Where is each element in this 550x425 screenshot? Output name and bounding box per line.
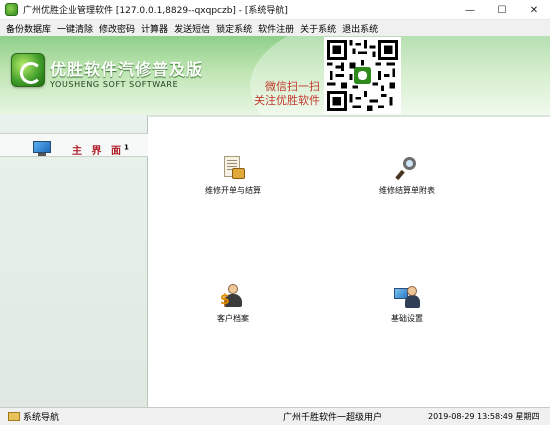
monitor-icon (32, 141, 52, 157)
repair-order-label: 维修开单与结算 (205, 186, 261, 195)
window-controls: — ☐ ✕ (454, 0, 550, 20)
folder-icon (8, 412, 20, 421)
menu-exit-system[interactable]: 退出系统 (339, 22, 381, 35)
repair-list-label: 维修结算单附表 (379, 186, 435, 195)
status-nav-button[interactable]: 系统导航 (8, 410, 59, 423)
menu-about-system[interactable]: 关于系统 (297, 22, 339, 35)
scan-line-2: 关注优胜软件 (254, 94, 320, 107)
menu-lock-system[interactable]: 锁定系统 (213, 22, 255, 35)
menu-calculator[interactable]: 计算器 (138, 22, 171, 35)
menu-send-sms[interactable]: 发送短信 (171, 22, 213, 35)
status-nav-label: 系统导航 (23, 413, 60, 423)
scan-line-1: 微信扫一扫 (265, 80, 320, 93)
brand-logo-icon (11, 53, 45, 87)
title-bar: 广州优胜企业管理软件 [127.0.0.1,8829--qxqpczb] - [… (0, 0, 550, 20)
wechat-scan-text: 微信扫一扫 关注优胜软件 (254, 80, 320, 108)
menu-one-click-clear[interactable]: 一键清除 (54, 22, 96, 35)
main-area: 主 界 面1 维修开单与结算 维修结算单附表 $ 客户档案 基础设置 (0, 115, 550, 407)
menu-backup-database[interactable]: 备份数据库 (3, 22, 54, 35)
customer-file-button[interactable]: $ 客户档案 (178, 283, 288, 324)
close-button[interactable]: ✕ (518, 0, 550, 20)
status-bar: 系统导航 广州千胜软件一超级用户 2019-08-29 13:58:49 星期四 (0, 407, 550, 425)
sidebar-main-entry[interactable]: 主 界 面1 (32, 141, 129, 157)
app-logo-icon (5, 3, 18, 16)
sidebar: 主 界 面1 (0, 115, 148, 407)
main-superscript: 1 (123, 143, 129, 152)
header-banner: 优胜软件汽修普及版 YOUSHENG SOFT SOFTWARE 微信扫一扫 关… (0, 36, 550, 115)
basic-settings-label: 基础设置 (391, 314, 423, 323)
window-title: 广州优胜企业管理软件 [127.0.0.1,8829--qxqpczb] - [… (23, 6, 288, 16)
sidebar-main-label: 主 界 面1 (72, 143, 129, 157)
computer-user-icon (394, 283, 420, 309)
repair-order-button[interactable]: 维修开单与结算 (178, 155, 288, 196)
menu-change-password[interactable]: 修改密码 (96, 22, 138, 35)
qr-code-icon (324, 37, 401, 114)
status-datetime: 2019-08-29 13:58:49 星期四 (428, 412, 540, 421)
minimize-button[interactable]: — (454, 0, 486, 20)
banner-title: 优胜软件汽修普及版 (50, 60, 204, 79)
magnifier-icon (394, 155, 420, 181)
banner-subtitle: YOUSHENG SOFT SOFTWARE (50, 80, 179, 89)
basic-settings-button[interactable]: 基础设置 (352, 283, 462, 324)
menu-bar: 备份数据库 一键清除 修改密码 计算器 发送短信 锁定系统 软件注册 关于系统 … (0, 20, 550, 36)
customer-file-label: 客户档案 (217, 314, 249, 323)
status-user: 广州千胜软件一超级用户 (283, 413, 383, 423)
document-bag-icon (220, 155, 246, 181)
customer-dollar-icon: $ (220, 283, 246, 309)
repair-list-button[interactable]: 维修结算单附表 (352, 155, 462, 196)
menu-software-register[interactable]: 软件注册 (255, 22, 297, 35)
maximize-button[interactable]: ☐ (486, 0, 518, 20)
content-divider (149, 115, 550, 117)
